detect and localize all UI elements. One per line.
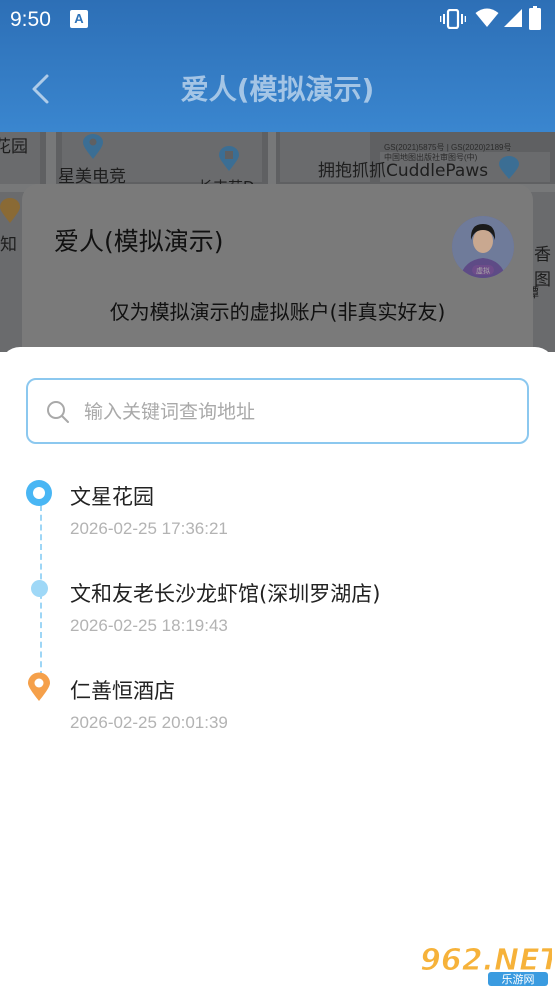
profile-name: 爱人(模拟演示) — [54, 227, 224, 256]
timeline-item[interactable]: 仁善恒酒店 2026-02-25 20:01:39 — [0, 675, 555, 745]
vibrate-icon — [440, 9, 466, 29]
notification-app-icon: A — [70, 10, 88, 28]
search-input[interactable] — [84, 394, 504, 430]
location-title: 仁善恒酒店 — [70, 679, 175, 703]
timeline-item[interactable]: 文和友老长沙龙虾馆(深圳罗湖店) 2026-02-25 18:19:43 — [0, 578, 555, 648]
battery-icon — [529, 6, 541, 30]
avatar-image-icon: 虚拟 — [452, 216, 514, 278]
location-time: 2026-02-25 20:01:39 — [70, 713, 228, 732]
wifi-icon — [475, 8, 499, 27]
map-copyright: 中国地图出版社审图号(中) — [384, 153, 478, 162]
location-time: 2026-02-25 18:19:43 — [70, 616, 228, 635]
location-title: 文星花园 — [70, 485, 154, 509]
app-header: 9:50 A 爱人(模拟演示) — [0, 0, 555, 132]
search-icon — [47, 401, 69, 423]
map-poi-icon — [499, 156, 519, 179]
location-title: 文和友老长沙龙虾馆(深圳罗湖店) — [70, 582, 381, 606]
timeline-item[interactable]: 文星花园 2026-02-25 17:36:21 — [0, 481, 555, 551]
watermark-sub: 乐游网 — [502, 973, 535, 986]
signal-icon — [504, 9, 522, 27]
page-title: 爱人(模拟演示) — [180, 73, 375, 106]
location-history-sheet: 文星花园 2026-02-25 17:36:21 文和友老长沙龙虾馆(深圳罗湖店… — [0, 347, 555, 988]
status-bar: 9:50 A — [0, 0, 555, 40]
avatar[interactable]: 虚拟 — [452, 216, 514, 278]
location-time: 2026-02-25 17:36:21 — [70, 519, 228, 538]
map-label: 花园 — [0, 137, 28, 157]
avatar-tag: 虚拟 — [476, 266, 490, 275]
map-poi-icon — [83, 134, 103, 159]
parking-icon — [219, 146, 239, 171]
map-label: 知 — [0, 235, 17, 255]
profile-description: 仅为模拟演示的虚拟账户(非真实好友) — [109, 300, 446, 324]
search-box[interactable] — [26, 378, 529, 444]
site-watermark-logo: 962.NET 乐游网 — [420, 943, 552, 986]
status-time: 9:50 — [10, 8, 51, 31]
restaurant-icon — [0, 198, 20, 223]
